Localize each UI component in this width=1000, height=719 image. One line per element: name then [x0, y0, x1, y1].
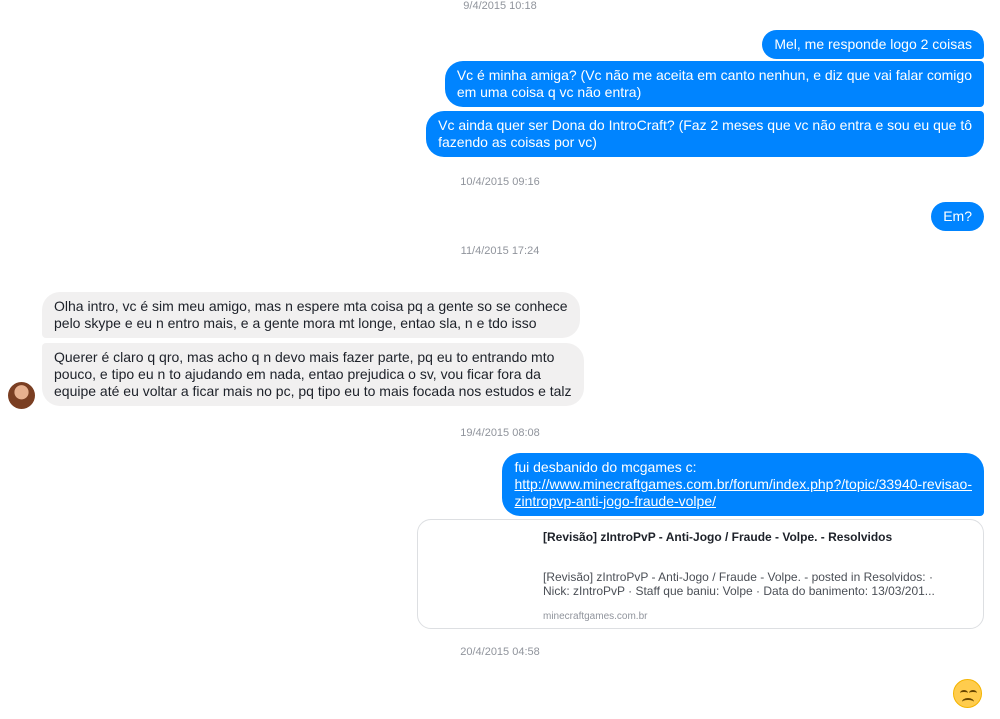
timestamp: 19/4/2015 08:08 — [460, 427, 540, 439]
link-preview-card[interactable]: [Revisão] zIntroPvP - Anti-Jogo / Fraude… — [417, 519, 984, 629]
emoji-mouth — [962, 698, 974, 706]
message-text: fazendo as coisas por vc) — [438, 134, 597, 150]
outgoing-message[interactable]: Vc ainda quer ser Dona do IntroCraft? (F… — [426, 111, 984, 157]
timestamp: 11/4/2015 17:24 — [460, 245, 540, 257]
message-link[interactable]: zintropvp-anti-jogo-fraude-volpe/ — [514, 493, 972, 510]
message-text: Olha intro, vc é sim meu amigo, mas n es… — [54, 298, 568, 314]
link-preview-description-line: [Revisão] zIntroPvP - Anti-Jogo / Fraude… — [543, 570, 933, 584]
outgoing-message[interactable]: Em? — [931, 202, 984, 231]
timestamp: 10/4/2015 09:16 — [460, 176, 540, 188]
message-text: em uma coisa q vc não entra) — [456, 84, 642, 100]
outgoing-message[interactable]: fui desbanido do mcgames c: http://www.m… — [502, 453, 984, 516]
incoming-message[interactable]: Olha intro, vc é sim meu amigo, mas n es… — [42, 292, 580, 338]
message-text: Mel, me responde logo 2 coisas — [774, 36, 972, 52]
outgoing-message[interactable]: Vc é minha amiga? (Vc não me aceita em c… — [444, 61, 984, 107]
message-text: pouco, e tipo eu n to ajudando em nada, … — [54, 366, 541, 382]
link-preview-description-line: Nick: zIntroPvP · Staff que baniu: Volpe… — [543, 584, 935, 598]
message-text: pelo skype e eu n entro mais, e a gente … — [54, 315, 537, 331]
message-link[interactable]: http://www.minecraftgames.com.br/forum/i… — [514, 476, 972, 493]
message-text: Em? — [943, 208, 972, 224]
emoji-eye — [960, 690, 968, 696]
link-preview-title: [Revisão] zIntroPvP - Anti-Jogo / Fraude… — [543, 530, 893, 544]
disappointed-face-icon[interactable] — [953, 679, 982, 708]
link-preview-domain: minecraftgames.com.br — [543, 611, 648, 622]
message-text: fui desbanido do mcgames c: — [514, 459, 697, 475]
timestamp: 20/4/2015 04:58 — [460, 646, 540, 658]
emoji-eye — [969, 690, 977, 696]
contact-avatar[interactable] — [8, 382, 35, 409]
message-text: Vc ainda quer ser Dona do IntroCraft? (F… — [438, 117, 972, 133]
message-text: Vc é minha amiga? (Vc não me aceita em c… — [456, 67, 972, 83]
incoming-message[interactable]: Querer é claro q qro, mas acho q n devo … — [42, 343, 584, 406]
outgoing-message[interactable]: Mel, me responde logo 2 coisas — [762, 30, 984, 59]
message-text: Querer é claro q qro, mas acho q n devo … — [54, 349, 555, 365]
timestamp: 9/4/2015 10:18 — [463, 0, 537, 12]
link-preview-description: [Revisão] zIntroPvP - Anti-Jogo / Fraude… — [543, 570, 935, 598]
message-text: equipe até eu voltar a ficar mais no pc,… — [54, 383, 572, 399]
